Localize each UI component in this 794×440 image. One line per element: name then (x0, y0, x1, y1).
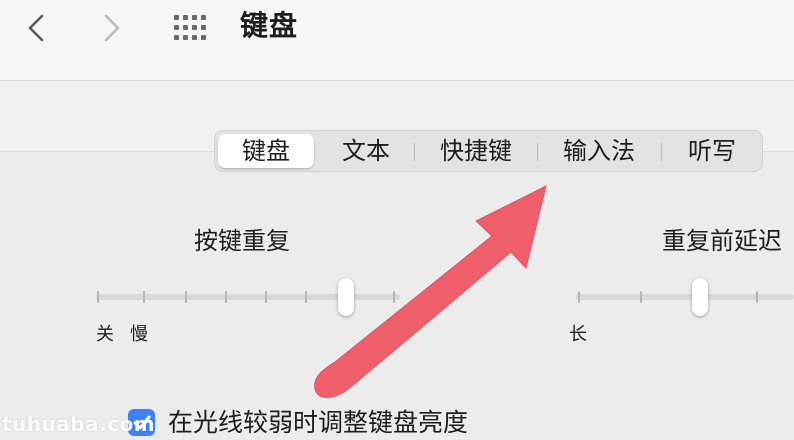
delay-long-label: 长 (569, 324, 587, 345)
window-title: 键盘 (240, 9, 299, 42)
tab-separator (537, 143, 538, 161)
slider-tick (185, 291, 187, 303)
tab-input-sources[interactable]: 输入法 (543, 134, 655, 168)
tab-bar: 键盘 文本 快捷键 输入法 听写 (214, 130, 763, 172)
slider-thumb[interactable] (692, 278, 708, 316)
key-repeat-off-label: 关 (96, 324, 114, 345)
tab-separator (661, 143, 662, 161)
tab-text[interactable]: 文本 (323, 134, 409, 168)
chevron-left-icon[interactable] (18, 8, 58, 48)
slider-tick (640, 291, 642, 303)
chevron-right-icon[interactable] (92, 8, 132, 48)
slider-tick (305, 291, 307, 303)
slider-tick (393, 291, 395, 303)
key-repeat-label: 按键重复 (194, 227, 290, 255)
slider-thumb[interactable] (338, 278, 354, 316)
slider-tick (97, 291, 99, 303)
slider-tick (578, 291, 580, 303)
tab-shortcuts[interactable]: 快捷键 (420, 134, 532, 168)
slider-tick (756, 291, 758, 303)
tab-dictation[interactable]: 听写 (667, 134, 757, 168)
slider-track[interactable] (576, 294, 794, 300)
brightness-checkbox-label: 在光线较弱时调整键盘亮度 (168, 408, 469, 437)
slider-tick (265, 291, 267, 303)
grid-icon[interactable] (172, 13, 212, 43)
watermark-text: tuhuaba.com (2, 412, 156, 436)
tab-separator (414, 143, 415, 161)
delay-until-repeat-label: 重复前延迟 (662, 227, 782, 255)
slider-tick (225, 291, 227, 303)
slider-track[interactable] (96, 294, 400, 300)
tab-keyboard[interactable]: 键盘 (218, 134, 314, 168)
slider-tick (143, 291, 145, 303)
key-repeat-slow-label: 慢 (130, 324, 148, 345)
toolbar: 键盘 (0, 0, 794, 81)
